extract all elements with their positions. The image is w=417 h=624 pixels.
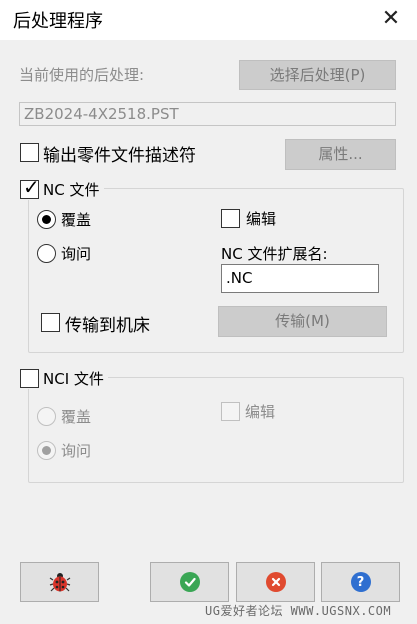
radio-dot [42, 446, 51, 455]
current-post-field[interactable]: ZB2024-4X2518.PST [19, 102, 396, 126]
transfer-button[interactable]: 传输(M) [218, 306, 387, 337]
current-post-label: 当前使用的后处理: [19, 66, 145, 84]
nci-ask-radio[interactable] [37, 441, 56, 460]
ok-button[interactable] [150, 562, 229, 602]
nci-overwrite-label: 覆盖 [61, 408, 92, 426]
nc-extension-label: NC 文件扩展名: [221, 245, 328, 263]
nc-file-checkbox[interactable]: ✓ [20, 175, 40, 199]
output-part-descriptor-checkbox[interactable] [20, 143, 39, 162]
nc-ask-label: 询问 [61, 245, 92, 263]
select-post-button[interactable]: 选择后处理(P) [239, 60, 396, 90]
nci-ask-label: 询问 [61, 442, 92, 460]
cancel-button[interactable] [236, 562, 315, 602]
output-part-descriptor-label: 输出零件文件描述符 [43, 146, 196, 166]
nc-overwrite-radio[interactable] [37, 210, 56, 229]
question-icon: ? [350, 572, 371, 592]
debug-button[interactable] [20, 562, 99, 602]
ladybug-icon [49, 573, 70, 592]
nc-ask-radio[interactable] [37, 244, 56, 263]
transfer-to-machine-label: 传输到机床 [65, 316, 150, 336]
nci-file-label: NCI 文件 [43, 370, 104, 388]
nc-edit-checkbox[interactable] [221, 209, 240, 228]
radio-dot [42, 215, 51, 224]
nci-file-group [28, 377, 404, 483]
title-bar: 后处理程序 ✕ [0, 0, 417, 40]
help-button[interactable]: ? [321, 562, 400, 602]
x-icon [265, 572, 286, 592]
close-button[interactable]: ✕ [376, 6, 406, 32]
nci-overwrite-radio[interactable] [37, 407, 56, 426]
transfer-to-machine-checkbox[interactable] [41, 313, 60, 332]
nc-overwrite-label: 覆盖 [61, 211, 92, 229]
nc-file-label: NC 文件 [43, 181, 100, 199]
window-title: 后处理程序 [13, 11, 103, 32]
nci-file-checkbox[interactable] [20, 369, 39, 388]
checkmark-icon: ✓ [23, 175, 40, 199]
checkmark-icon [179, 572, 200, 592]
nc-extension-input[interactable]: .NC [221, 264, 379, 293]
watermark-text: UG爱好者论坛 WWW.UGSNX.COM [205, 604, 392, 618]
nci-edit-label: 编辑 [245, 403, 276, 421]
nci-edit-checkbox[interactable] [221, 402, 240, 421]
nc-edit-label: 编辑 [246, 210, 277, 228]
properties-button[interactable]: 属性... [285, 139, 396, 170]
